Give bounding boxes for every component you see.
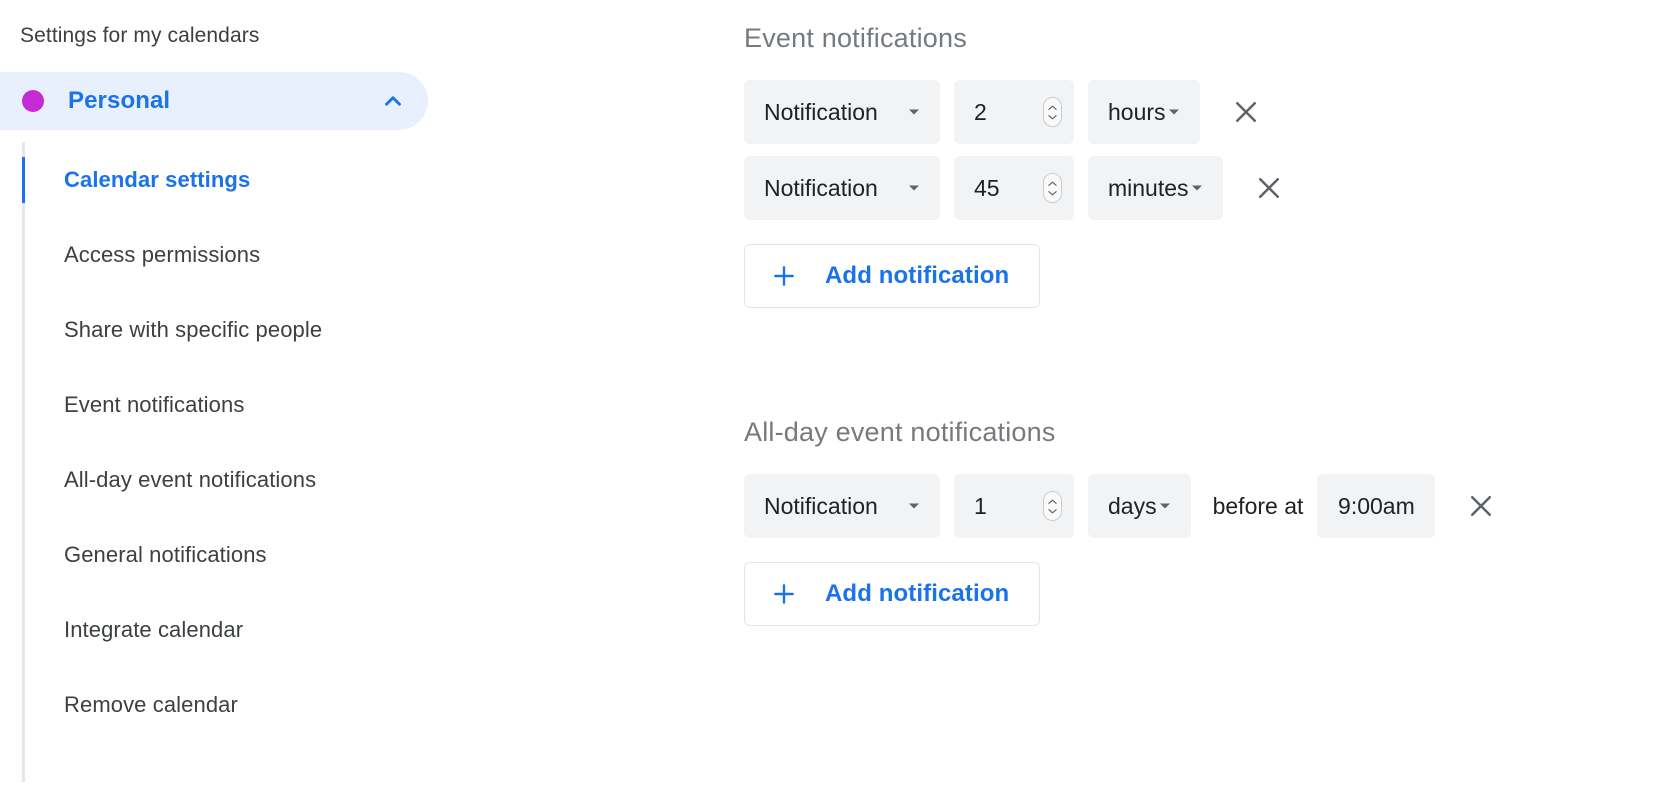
remove-notification-button[interactable]: [1224, 90, 1268, 134]
plus-icon: [771, 263, 797, 289]
active-marker: [22, 682, 25, 728]
notification-amount-value: 2: [974, 98, 987, 125]
sidebar-item-general-notifications[interactable]: General notifications: [0, 517, 730, 592]
active-marker: [22, 307, 25, 353]
sidebar-item-label: Access permissions: [64, 241, 261, 267]
quantity-stepper[interactable]: [1043, 491, 1062, 521]
notification-amount-value: 1: [974, 492, 987, 519]
calendar-name-label: Personal: [68, 87, 171, 114]
chevron-down-icon: [906, 493, 922, 520]
section-all-day-event-notifications: All-day event notifications Notification…: [730, 412, 1666, 626]
notification-time-input[interactable]: 9:00am: [1317, 474, 1436, 538]
notification-amount-value: 45: [974, 174, 1000, 201]
sidebar-item-share-with-specific-people[interactable]: Share with specific people: [0, 292, 730, 367]
close-icon: [1235, 102, 1256, 122]
sidebar-item-integrate-calendar[interactable]: Integrate calendar: [0, 592, 730, 667]
sidebar-item-event-notifications[interactable]: Event notifications: [0, 367, 730, 442]
add-notification-button[interactable]: Add notification: [744, 562, 1041, 626]
notification-unit-select[interactable]: minutes: [1088, 156, 1223, 220]
sidebar-item-label: All-day event notifications: [64, 466, 317, 492]
notification-type-value: Notification: [764, 98, 878, 125]
chevron-down-icon: [906, 175, 922, 202]
settings-page: Settings for my calendars Personal Calen…: [0, 0, 1666, 789]
notification-unit-select[interactable]: days: [1088, 474, 1191, 538]
quantity-stepper[interactable]: [1043, 97, 1062, 127]
notification-row: Notification 1 days before at 9:00am: [730, 474, 1666, 538]
notification-unit-value: days: [1108, 492, 1157, 519]
notification-type-select[interactable]: Notification: [744, 474, 940, 538]
sidebar-item-remove-calendar[interactable]: Remove calendar: [0, 667, 730, 742]
close-icon: [1471, 496, 1492, 516]
active-marker: [22, 457, 25, 503]
notification-amount-input[interactable]: 2: [954, 80, 1074, 144]
notification-amount-input[interactable]: 1: [954, 474, 1074, 538]
sidebar-item-label: Integrate calendar: [64, 616, 244, 642]
remove-notification-button[interactable]: [1459, 484, 1503, 528]
chevron-down-icon: [1189, 175, 1205, 202]
sidebar-item-calendar-settings[interactable]: Calendar settings: [0, 142, 730, 217]
section-title: All-day event notifications: [744, 417, 1056, 447]
main-content: Event notifications Notification 2 hours…: [730, 0, 1666, 789]
section-event-notifications: Event notifications Notification 2 hours…: [730, 18, 1666, 308]
quantity-stepper[interactable]: [1043, 173, 1062, 203]
add-notification-label: Add notification: [825, 580, 1010, 607]
sidebar-item-label: Remove calendar: [64, 691, 238, 717]
sidebar-item-all-day-event-notifications[interactable]: All-day event notifications: [0, 442, 730, 517]
close-icon: [1258, 178, 1279, 198]
calendar-group-personal: Personal Calendar settings Access permis…: [0, 72, 730, 782]
before-at-label: before at: [1212, 492, 1304, 519]
sidebar-item-label: Event notifications: [64, 391, 245, 417]
notification-unit-select[interactable]: hours: [1088, 80, 1200, 144]
event-notification-rows: Notification 2 hours Notification 45 min…: [730, 80, 1666, 220]
active-marker: [22, 607, 25, 653]
notification-amount-input[interactable]: 45: [954, 156, 1074, 220]
chevron-down-icon: [1166, 99, 1182, 126]
notification-type-value: Notification: [764, 174, 878, 201]
active-marker: [22, 532, 25, 578]
sidebar-item-label: Calendar settings: [64, 166, 251, 192]
chevron-down-icon: [1157, 493, 1173, 520]
sidebar-item-label: General notifications: [64, 541, 267, 567]
sidebar: Settings for my calendars Personal Calen…: [0, 0, 730, 789]
chevron-down-icon: [906, 99, 922, 126]
allday-notification-rows: Notification 1 days before at 9:00am: [730, 474, 1666, 538]
remove-notification-button[interactable]: [1247, 166, 1291, 210]
active-marker: [22, 382, 25, 428]
notification-unit-value: hours: [1108, 98, 1166, 125]
sidebar-item-label: Share with specific people: [64, 316, 323, 342]
notification-type-value: Notification: [764, 492, 878, 519]
notification-time-value: 9:00am: [1338, 492, 1415, 519]
active-marker: [22, 232, 25, 278]
page-title: Settings for my calendars: [20, 24, 260, 47]
notification-unit-value: minutes: [1108, 174, 1189, 201]
calendar-header-personal[interactable]: Personal: [0, 72, 428, 130]
notification-row: Notification 45 minutes: [730, 156, 1666, 220]
notification-row: Notification 2 hours: [730, 80, 1666, 144]
notification-type-select[interactable]: Notification: [744, 156, 940, 220]
calendar-color-dot: [22, 90, 44, 112]
notification-type-select[interactable]: Notification: [744, 80, 940, 144]
sidebar-item-access-permissions[interactable]: Access permissions: [0, 217, 730, 292]
add-notification-label: Add notification: [825, 262, 1010, 289]
add-notification-button[interactable]: Add notification: [744, 244, 1041, 308]
active-marker: [22, 156, 25, 203]
chevron-up-icon[interactable]: [380, 88, 406, 114]
section-title: Event notifications: [744, 23, 967, 53]
calendar-subsection-list: Calendar settings Access permissions Sha…: [0, 130, 730, 782]
plus-icon: [771, 581, 797, 607]
